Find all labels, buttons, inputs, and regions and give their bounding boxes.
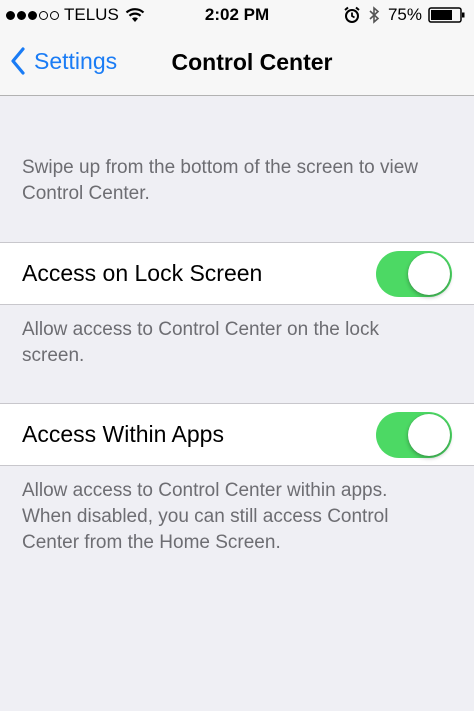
battery-icon <box>428 7 465 23</box>
control-center-settings-screen: TELUS 2:02 PM 75% Settings Control Cente… <box>0 0 474 711</box>
page-title: Control Center <box>171 49 333 75</box>
toggle-knob <box>408 414 450 456</box>
setting-row-within-apps: Access Within Apps <box>0 403 474 466</box>
setting-label-within-apps: Access Within Apps <box>22 421 224 447</box>
setting-label-lock-screen: Access on Lock Screen <box>22 260 263 286</box>
lock-screen-toggle[interactable] <box>376 251 452 297</box>
within-apps-footer: Allow access to Control Center within ap… <box>22 480 389 553</box>
alarm-icon <box>344 6 360 23</box>
status-bar: TELUS 2:02 PM 75% <box>0 0 474 30</box>
bluetooth-icon <box>369 6 380 24</box>
setting-row-lock-screen: Access on Lock Screen <box>0 242 474 305</box>
lock-screen-footer: Allow access to Control Center on the lo… <box>22 319 379 366</box>
battery-fill <box>431 10 452 20</box>
status-bar-right: 75% <box>344 5 466 25</box>
navigation-bar: Settings Control Center <box>0 30 474 96</box>
intro-description: Swipe up from the bottom of the screen t… <box>22 157 419 204</box>
battery-percentage: 75% <box>387 5 422 24</box>
within-apps-toggle[interactable] <box>376 412 452 458</box>
toggle-knob <box>408 253 450 295</box>
